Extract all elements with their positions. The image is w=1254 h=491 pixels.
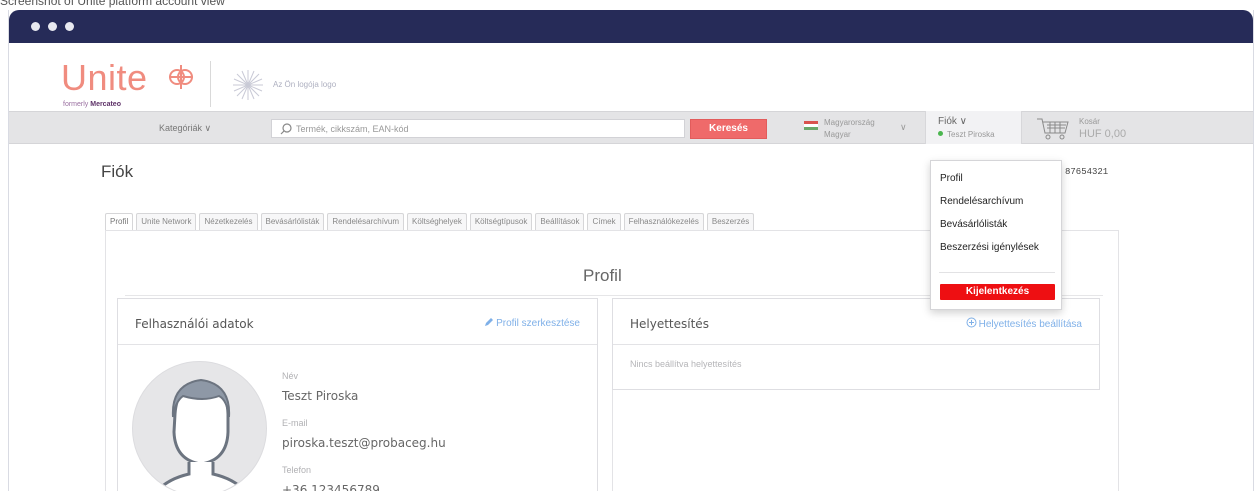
country-selector[interactable]: Magyarország [824, 118, 875, 127]
main-navbar: Kategóriák ∨ Keresés Magyarország Magyar… [9, 111, 1253, 144]
hungary-flag-icon [804, 121, 818, 130]
avatar [132, 361, 267, 491]
tab-addresses[interactable]: Címek [587, 213, 621, 230]
account-menu-trigger[interactable]: Fiók ∨ Teszt Piroska [925, 111, 1022, 144]
logout-button[interactable]: Kijelentkezés [940, 284, 1055, 300]
edit-profile-label: Profil szerkesztése [496, 318, 580, 329]
account-title: Fiók ∨ [938, 116, 967, 127]
email-value: piroska.teszt@probaceg.hu [282, 436, 446, 450]
search-field[interactable] [271, 119, 685, 138]
user-data-title: Felhasználói adatok [135, 317, 254, 331]
tab-shopping-lists[interactable]: Bevásárlólisták [260, 213, 325, 230]
search-icon [280, 123, 292, 135]
menu-item-shopping-lists[interactable]: Bevásárlólisták [940, 219, 1007, 230]
window-titlebar [9, 10, 1253, 43]
top-caption: Screenshot of Unite platform account vie… [0, 0, 225, 8]
tab-cost-centers[interactable]: Költséghelyek [407, 213, 467, 230]
formerly-prefix: formerly [63, 101, 89, 108]
starburst-icon [233, 70, 263, 100]
user-avatar-icon [155, 378, 247, 491]
setup-substitute-link[interactable]: Helyettesítés beállítása [966, 317, 1082, 330]
email-label: E-mail [282, 418, 308, 428]
tab-settings[interactable]: Beállítások [535, 213, 585, 230]
menu-item-purchase-requests[interactable]: Beszerzési igénylések [940, 242, 1039, 253]
tab-cost-types[interactable]: Költségtípusok [469, 213, 533, 230]
browser-window: Unite formerly Mercateo Az Ön logója log… [8, 10, 1254, 491]
window-maximize-dot[interactable] [65, 22, 74, 31]
plus-circle-icon [966, 317, 977, 328]
substitute-card: Helyettesítés Helyettesítés beállítása N… [612, 298, 1100, 390]
logo-divider [210, 61, 211, 107]
setup-substitute-label: Helyettesítés beállítása [978, 319, 1082, 330]
user-data-card-header: Felhasználói adatok Profil szerkesztése [118, 299, 597, 345]
cart-total[interactable]: HUF 0,00 [1079, 128, 1126, 140]
tab-user-management[interactable]: Felhasználókezelés [623, 213, 704, 230]
categories-menu[interactable]: Kategóriák ∨ [159, 123, 211, 134]
formerly-note: formerly Mercateo [63, 101, 121, 108]
menu-item-profile[interactable]: Profil [940, 173, 963, 184]
pencil-icon [485, 318, 494, 326]
menu-divider [939, 272, 1055, 273]
formerly-brand: Mercateo [90, 101, 121, 108]
tab-unite-network[interactable]: Unite Network [136, 213, 197, 230]
account-user-name: Teszt Piroska [947, 130, 995, 139]
cart-icon[interactable] [1035, 116, 1071, 142]
substitute-column-line [612, 390, 613, 491]
account-user: Teszt Piroska [938, 130, 995, 139]
unite-logo-icon [169, 65, 193, 89]
phone-label: Telefon [282, 465, 312, 475]
search-button[interactable]: Keresés [690, 119, 767, 139]
account-dropdown-menu: Profil Rendelésarchívum Bevásárlólisták … [930, 160, 1062, 310]
profile-heading: Profil [583, 266, 622, 285]
user-data-card: Felhasználói adatok Profil szerkesztése … [117, 298, 598, 491]
language-label[interactable]: Magyar [824, 130, 851, 139]
cart-label[interactable]: Kosár [1079, 117, 1100, 126]
unite-logo[interactable]: Unite [61, 57, 148, 99]
edit-profile-link[interactable]: Profil szerkesztése [484, 317, 580, 329]
page-title: Fiók [101, 162, 134, 181]
menu-item-order-archive[interactable]: Rendelésarchívum [940, 196, 1023, 207]
tab-procurement[interactable]: Beszerzés [706, 213, 755, 230]
site-header: Unite formerly Mercateo Az Ön logója log… [9, 43, 1253, 118]
tab-views[interactable]: Nézetkezelés [199, 213, 258, 230]
customer-number: 87654321 [1065, 167, 1109, 177]
substitute-empty-note: Nincs beállítva helyettesítés [630, 359, 742, 369]
name-label: Név [282, 371, 299, 381]
tab-order-archive[interactable]: Rendelésarchívum [327, 213, 405, 230]
substitute-title: Helyettesítés [630, 317, 709, 331]
online-status-icon [938, 131, 943, 136]
window-minimize-dot[interactable] [48, 22, 57, 31]
name-value: Teszt Piroska [282, 389, 359, 403]
search-input[interactable] [296, 122, 676, 136]
customer-logo-text: Az Ön logója logo [273, 80, 337, 89]
window-close-dot[interactable] [31, 22, 40, 31]
chevron-down-icon[interactable]: ∨ [900, 122, 907, 133]
phone-value: +36 123456789 [282, 483, 380, 491]
account-tabs: Profil Unite Network Nézetkezelés Bevásá… [105, 213, 757, 230]
tab-profile[interactable]: Profil [105, 213, 134, 230]
